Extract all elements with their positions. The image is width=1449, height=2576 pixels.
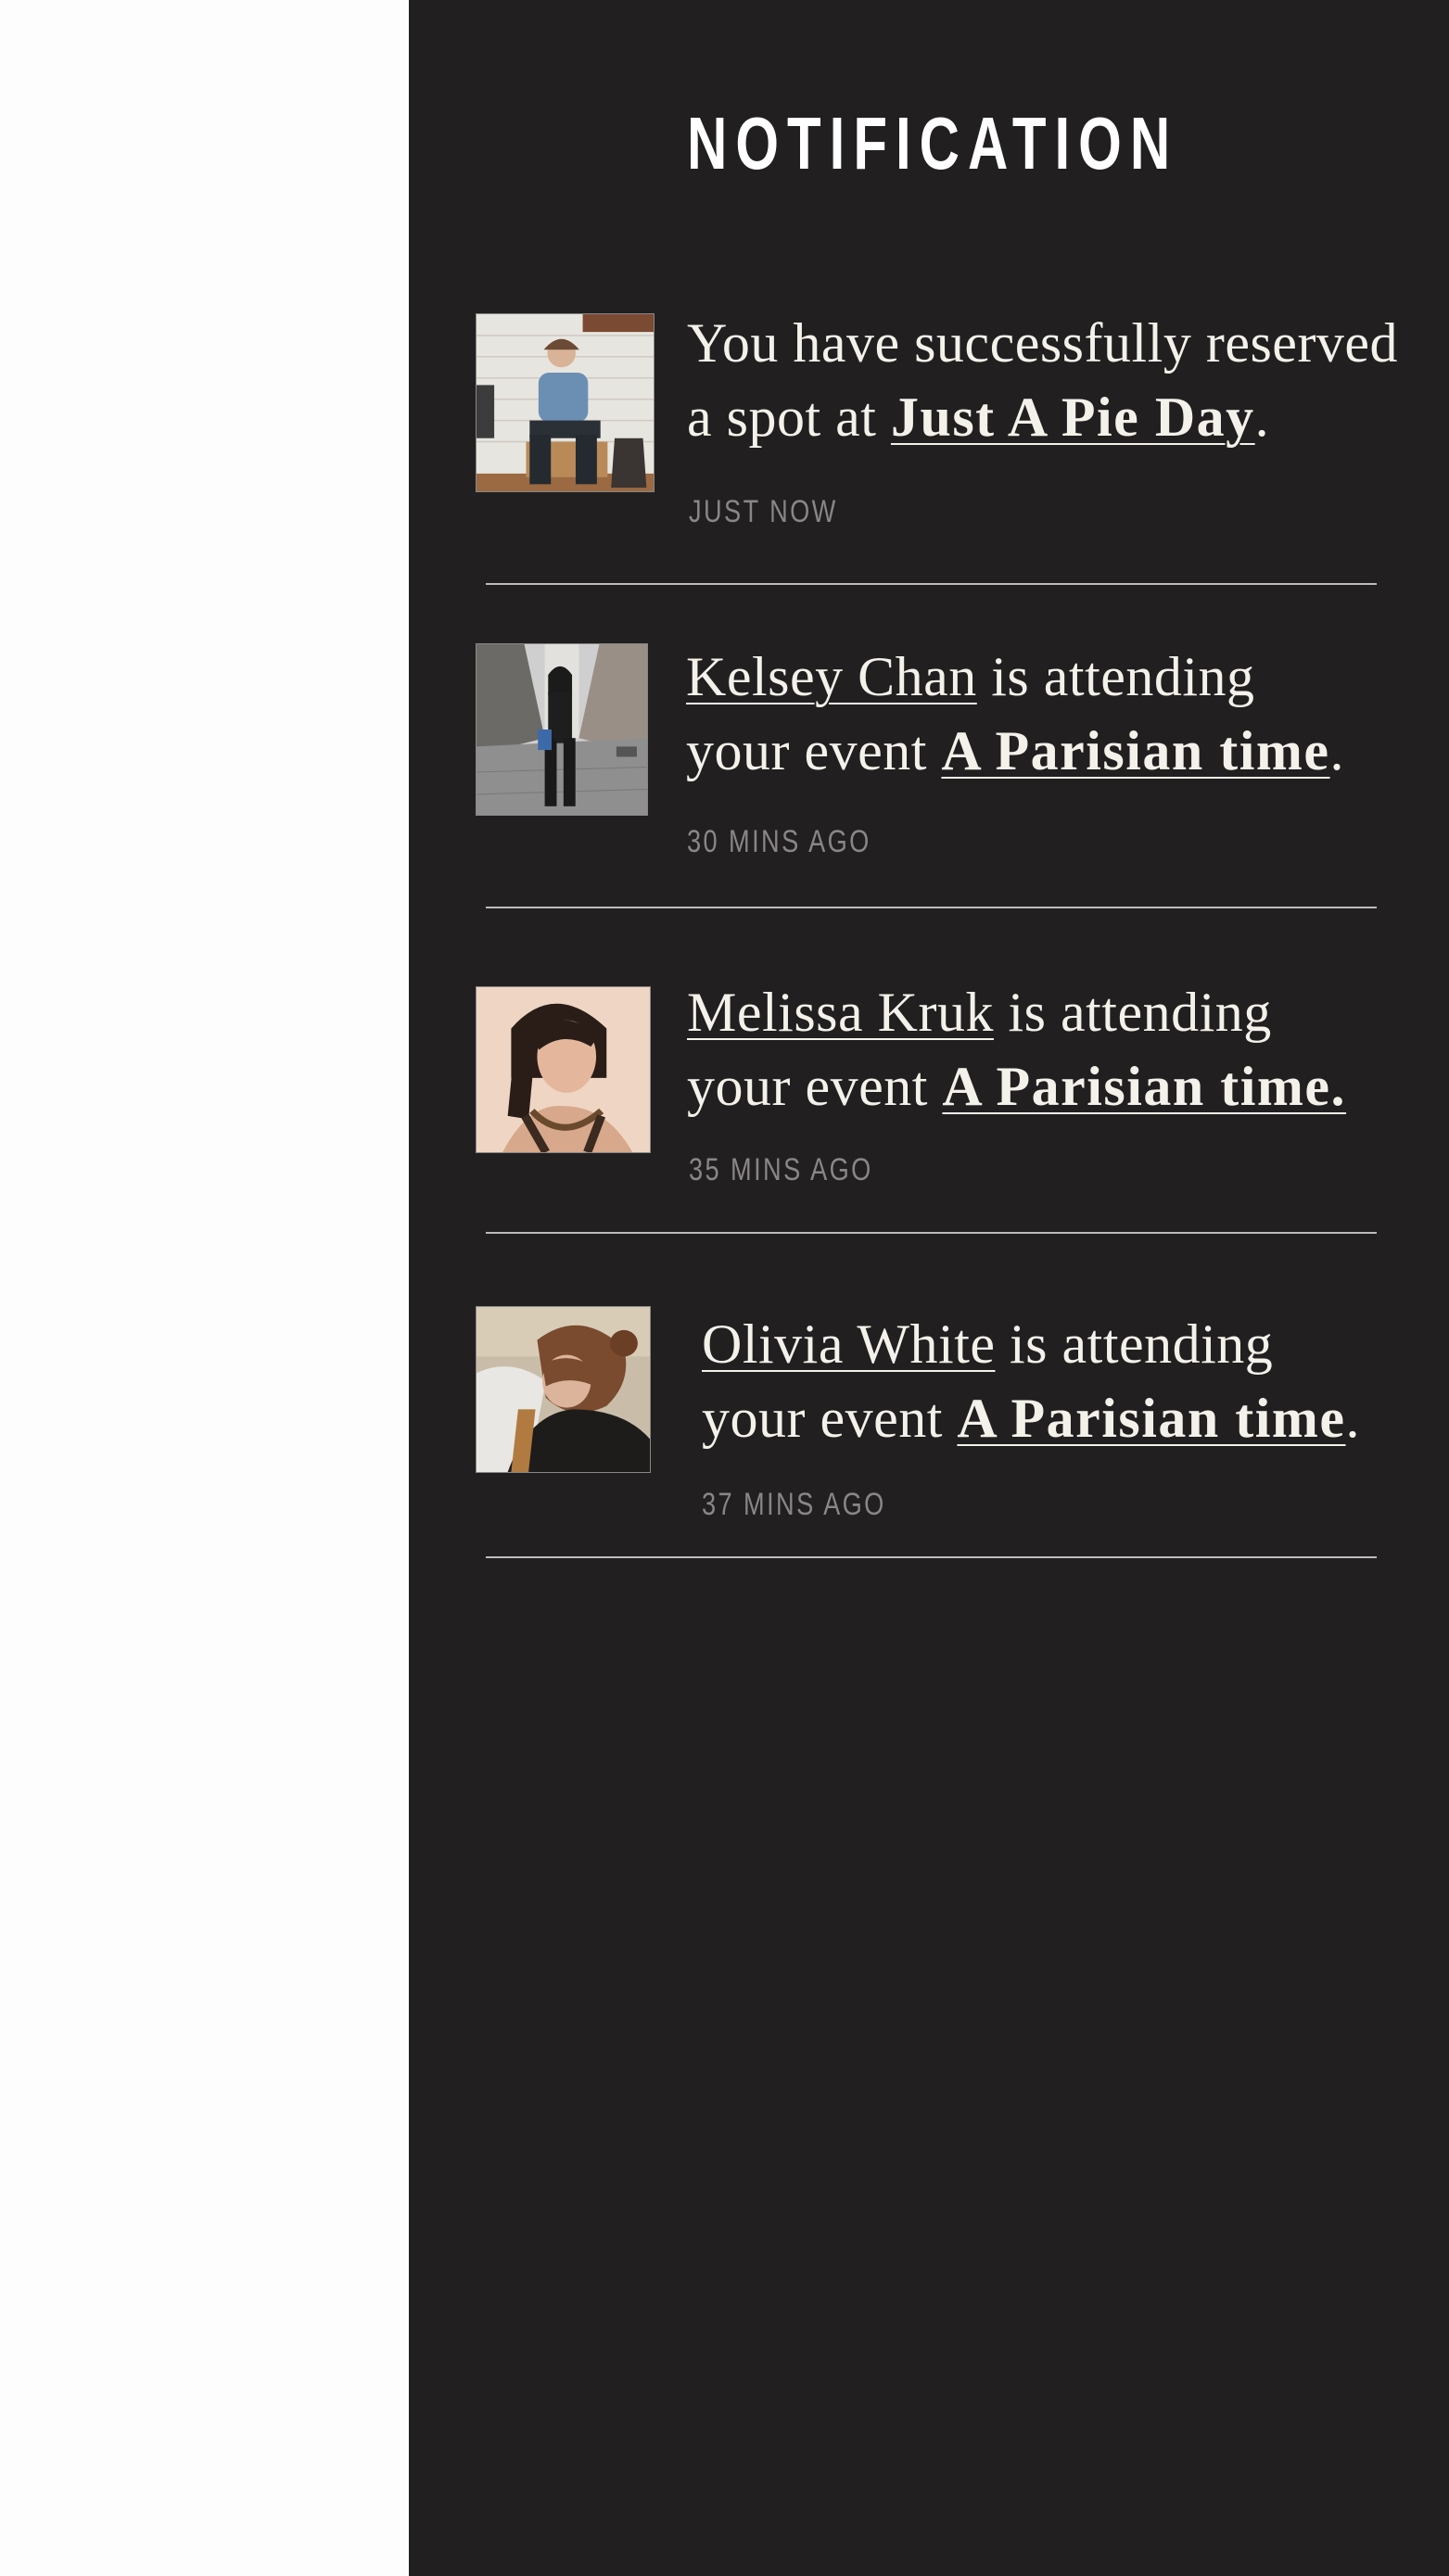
divider: [486, 1556, 1377, 1558]
man-sitting-avatar[interactable]: [476, 313, 655, 492]
notification-time: JUST NOW: [689, 494, 838, 529]
notification-message: You have successfully reserved a spot at…: [687, 306, 1398, 454]
notification-message: Melissa Kruk is attending your event A P…: [687, 975, 1346, 1123]
punctuation: .: [1254, 387, 1270, 448]
message-text: is attending: [995, 1313, 1274, 1375]
punctuation: .: [1329, 720, 1345, 781]
notification-time: 30 MINS AGO: [687, 824, 871, 859]
message-text: You have successfully reserved: [687, 312, 1399, 374]
divider: [486, 1232, 1377, 1234]
message-text: your event: [686, 720, 942, 781]
event-link[interactable]: A Parisian time: [957, 1388, 1345, 1449]
person-link[interactable]: Melissa Kruk: [687, 982, 994, 1043]
event-link[interactable]: Just A Pie Day: [891, 387, 1255, 448]
panel-title: NOTIFICATION: [687, 102, 1179, 184]
notification-message: Kelsey Chan is attending your event A Pa…: [686, 640, 1344, 788]
woman-street-avatar[interactable]: [476, 643, 648, 816]
divider: [486, 907, 1377, 908]
woman-beach-avatar[interactable]: [476, 1306, 651, 1473]
notification-time: 35 MINS AGO: [689, 1152, 873, 1187]
divider: [486, 583, 1377, 585]
message-text: is attending: [976, 646, 1255, 707]
message-text: your event: [702, 1388, 958, 1449]
message-text: a spot at: [687, 387, 891, 448]
event-link[interactable]: A Parisian time.: [942, 1056, 1346, 1117]
message-text: is attending: [993, 982, 1272, 1043]
woman-portrait-avatar[interactable]: [476, 986, 651, 1153]
notification-time: 37 MINS AGO: [702, 1487, 886, 1522]
person-link[interactable]: Kelsey Chan: [686, 646, 977, 707]
message-text: your event: [687, 1056, 943, 1117]
punctuation: .: [1345, 1388, 1361, 1449]
page: NOTIFICATION You have successfully reser…: [0, 0, 1449, 2576]
notification-message: Olivia White is attending your event A P…: [702, 1307, 1360, 1455]
person-link[interactable]: Olivia White: [702, 1313, 996, 1375]
event-link[interactable]: A Parisian time: [941, 720, 1329, 781]
